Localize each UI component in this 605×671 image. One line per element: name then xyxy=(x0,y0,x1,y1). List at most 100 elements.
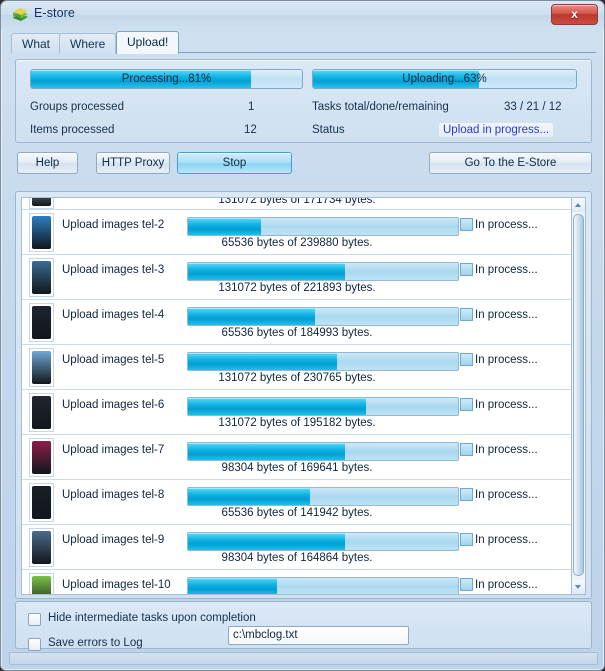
processing-progress-bar: Processing...81% xyxy=(30,69,303,89)
task-state: In process... xyxy=(475,354,538,366)
task-bytes: 131072 bytes of 221893 bytes. xyxy=(218,282,376,294)
status-value: Upload in progress... xyxy=(439,123,554,137)
task-state: In process... xyxy=(475,579,538,591)
task-state: In process... xyxy=(475,219,538,231)
task-name: Upload images tel-5 xyxy=(62,354,165,366)
uploading-progress-label: Uploading...63% xyxy=(402,73,487,85)
task-name: Upload images tel-8 xyxy=(62,489,165,501)
task-progress-fill xyxy=(188,488,310,505)
help-button[interactable]: Help xyxy=(17,152,78,174)
task-progress-fill xyxy=(188,263,345,280)
task-state-icon xyxy=(460,578,473,591)
task-progress-fill xyxy=(188,398,367,415)
task-row[interactable]: Upload images tel-10 In process... xyxy=(22,570,572,594)
task-progress-bar xyxy=(187,487,459,506)
stats-panel: Processing...81% Uploading...63% Groups … xyxy=(15,59,592,143)
task-state: In process... xyxy=(475,534,538,546)
task-row[interactable]: 131072 bytes of 171734 bytes. xyxy=(22,198,572,210)
phone-screen-icon xyxy=(32,576,51,594)
tab-upload[interactable]: Upload! xyxy=(116,31,180,54)
go-to-estore-button[interactable]: Go To the E-Store xyxy=(429,152,592,174)
task-state-icon xyxy=(460,263,473,276)
close-icon[interactable]: x xyxy=(551,4,598,25)
task-state: In process... xyxy=(475,489,538,501)
task-bytes: 131072 bytes of 171734 bytes. xyxy=(218,198,376,206)
task-name: Upload images tel-6 xyxy=(62,399,165,411)
task-progress-bar xyxy=(187,397,459,416)
task-row[interactable]: Upload images tel-8 In process... 65536 by… xyxy=(22,480,572,525)
uploading-progress-bar: Uploading...63% xyxy=(312,69,577,89)
task-row[interactable]: Upload images tel-6 In process... 131072 b… xyxy=(22,390,572,435)
task-progress-bar xyxy=(187,262,459,281)
task-name: Upload images tel-2 xyxy=(62,219,165,231)
task-progress-bar xyxy=(187,217,459,236)
tasks-total-value: 33 / 21 / 12 xyxy=(504,101,562,113)
task-row[interactable]: Upload images tel-4 In process... 65536 by… xyxy=(22,300,572,345)
log-path-input[interactable]: c:\mbclog.txt xyxy=(228,626,409,645)
task-row[interactable]: Upload images tel-3 In process... 131072 b… xyxy=(22,255,572,300)
task-state-icon xyxy=(460,218,473,231)
http-proxy-button[interactable]: HTTP Proxy xyxy=(96,152,170,174)
task-state-icon xyxy=(460,353,473,366)
hide-intermediate-checkbox[interactable] xyxy=(28,613,41,626)
scroll-down-icon[interactable] xyxy=(572,580,585,594)
tab-what[interactable]: What xyxy=(11,33,62,54)
task-progress-fill xyxy=(188,533,345,550)
task-row[interactable]: Upload images tel-2 In process... 65536 by… xyxy=(22,210,572,255)
task-state: In process... xyxy=(475,399,538,411)
status-label: Status xyxy=(312,124,345,136)
task-progress-fill xyxy=(188,353,337,370)
task-state: In process... xyxy=(475,264,538,276)
task-progress-fill xyxy=(188,308,315,325)
task-state-icon xyxy=(460,488,473,501)
task-list[interactable]: 131072 bytes of 171734 bytes. Upload imag… xyxy=(21,197,573,595)
task-bytes: 65536 bytes of 184993 bytes. xyxy=(221,327,373,339)
tasks-total-label: Tasks total/done/remaining xyxy=(312,101,449,113)
task-progress-fill xyxy=(188,578,278,594)
task-progress-fill xyxy=(188,443,345,460)
task-name: Upload images tel-9 xyxy=(62,534,165,546)
task-bytes: 65536 bytes of 141942 bytes. xyxy=(221,507,373,519)
estore-window: E-store x What Where Upload! Processing.… xyxy=(0,0,605,671)
groups-processed-value: 1 xyxy=(248,101,255,113)
task-bytes: 65536 bytes of 239880 bytes. xyxy=(221,237,373,249)
task-progress-bar xyxy=(187,352,459,371)
tab-where[interactable]: Where xyxy=(59,33,117,54)
tab-strip: What Where Upload! xyxy=(11,31,596,54)
task-list-panel: 131072 bytes of 171734 bytes. Upload imag… xyxy=(15,191,592,599)
task-name: Upload images tel-3 xyxy=(62,264,165,276)
task-progress-bar xyxy=(187,442,459,461)
status-strip xyxy=(9,652,598,665)
task-bytes: 98304 bytes of 169641 bytes. xyxy=(221,462,373,474)
task-name: Upload images tel-4 xyxy=(62,309,165,321)
task-progress-bar xyxy=(187,532,459,551)
window-title: E-store xyxy=(34,6,75,20)
title-bar: E-store x xyxy=(1,1,604,29)
task-state: In process... xyxy=(475,444,538,456)
scroll-up-icon[interactable] xyxy=(572,198,585,212)
task-progress-bar xyxy=(187,577,459,594)
task-bytes: 131072 bytes of 195182 bytes. xyxy=(218,417,376,429)
task-row[interactable]: Upload images tel-7 In process... 98304 by… xyxy=(22,435,572,480)
stop-button[interactable]: Stop xyxy=(177,152,292,174)
save-errors-label: Save errors to Log xyxy=(48,637,143,649)
task-progress-fill xyxy=(188,218,261,235)
task-list-scrollbar[interactable] xyxy=(571,197,586,595)
groups-processed-label: Groups processed xyxy=(30,101,124,113)
task-row[interactable]: Upload images tel-5 In process... 131072 b… xyxy=(22,345,572,390)
task-thumbnail xyxy=(29,573,54,594)
hide-intermediate-label: Hide intermediate tasks upon completion xyxy=(48,612,256,624)
task-name: Upload images tel-10 xyxy=(62,579,171,591)
task-state-icon xyxy=(460,533,473,546)
task-bytes: 131072 bytes of 230765 bytes. xyxy=(218,372,376,384)
estore-books-icon xyxy=(13,8,28,21)
task-name: Upload images tel-7 xyxy=(62,444,165,456)
processing-progress-label: Processing...81% xyxy=(121,73,212,85)
task-state: In process... xyxy=(475,309,538,321)
task-state-icon xyxy=(460,398,473,411)
save-errors-checkbox[interactable] xyxy=(28,638,41,651)
task-state-icon xyxy=(460,443,473,456)
task-state-icon xyxy=(460,308,473,321)
task-row[interactable]: Upload images tel-9 In process... 98304 by… xyxy=(22,525,572,570)
scrollbar-thumb[interactable] xyxy=(573,214,584,576)
